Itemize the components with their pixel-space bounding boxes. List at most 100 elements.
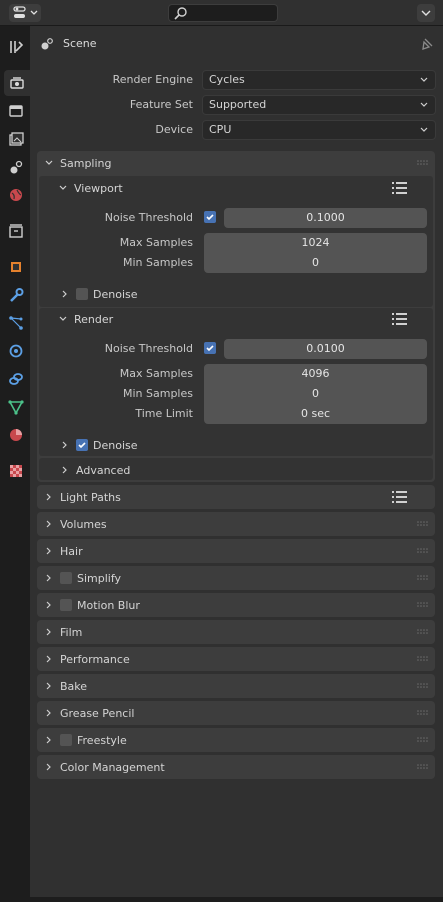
- time-limit-label: Time Limit: [135, 407, 193, 420]
- context-title: Scene: [63, 37, 97, 50]
- motion-blur-checkbox[interactable]: [60, 599, 72, 611]
- viewport-denoise-header[interactable]: Denoise: [60, 282, 138, 306]
- drag-handle-icon[interactable]: [417, 683, 429, 689]
- tab-particles[interactable]: [4, 310, 28, 336]
- chevron-right-icon: [62, 466, 67, 474]
- grease-pencil-header[interactable]: Grease Pencil: [44, 701, 134, 725]
- bake-header[interactable]: Bake: [44, 674, 87, 698]
- performance-header[interactable]: Performance: [44, 647, 130, 671]
- drag-handle-icon[interactable]: [417, 710, 429, 716]
- tab-tool[interactable]: [4, 34, 28, 60]
- bottom-border: [30, 897, 443, 902]
- tab-world[interactable]: [4, 182, 28, 208]
- hair-header[interactable]: Hair: [44, 539, 83, 563]
- render-max-samples-row: Max Samples 4096: [0, 364, 443, 384]
- checkmark-icon: [206, 345, 214, 352]
- min-samples-field[interactable]: 0: [204, 253, 427, 273]
- chevron-right-icon: [46, 493, 51, 501]
- drag-handle-icon[interactable]: [417, 737, 429, 743]
- simplify-header[interactable]: Simplify: [44, 566, 121, 590]
- drag-handle-icon[interactable]: [417, 602, 429, 608]
- time-limit-field[interactable]: 0 sec: [204, 404, 427, 424]
- render-denoise-label: Denoise: [93, 438, 138, 452]
- bake-panel: [37, 674, 435, 698]
- render-engine-value: Cycles: [209, 73, 245, 86]
- render-engine-dropdown[interactable]: Cycles: [202, 70, 436, 90]
- freestyle-checkbox[interactable]: [60, 734, 72, 746]
- simplify-checkbox[interactable]: [60, 572, 72, 584]
- drag-handle-icon[interactable]: [417, 764, 429, 770]
- color-management-title: Color Management: [60, 760, 165, 774]
- chevron-down-icon: [59, 185, 67, 190]
- world-icon: [10, 189, 22, 201]
- light-paths-title: Light Paths: [60, 490, 121, 504]
- presets-list-icon[interactable]: [392, 490, 408, 504]
- drag-handle-icon[interactable]: [417, 629, 429, 635]
- chevron-right-icon: [46, 628, 51, 636]
- film-header[interactable]: Film: [44, 620, 82, 644]
- chevron-down-icon: [45, 160, 53, 165]
- noise-threshold-checkbox[interactable]: [204, 342, 216, 354]
- viewport-max-samples-row: Max Samples 1024: [0, 233, 443, 253]
- drag-handle-icon[interactable]: [417, 548, 429, 554]
- advanced-header[interactable]: Advanced: [60, 458, 130, 482]
- noise-threshold-field[interactable]: 0.0100: [224, 339, 427, 359]
- volumes-header[interactable]: Volumes: [44, 512, 107, 536]
- noise-threshold-checkbox[interactable]: [204, 211, 216, 223]
- chevron-down-icon: [420, 102, 428, 107]
- sampling-header[interactable]: Sampling: [44, 151, 112, 175]
- search-input[interactable]: [168, 4, 278, 22]
- scene-icon: [41, 38, 53, 50]
- tab-texture[interactable]: [4, 458, 28, 484]
- max-samples-field[interactable]: 4096: [204, 364, 427, 384]
- viewport-denoise-checkbox[interactable]: [76, 288, 88, 300]
- presets-list-icon[interactable]: [392, 181, 408, 195]
- max-samples-field[interactable]: 1024: [204, 233, 427, 253]
- light-paths-header[interactable]: Light Paths: [44, 485, 121, 509]
- freestyle-title: Freestyle: [77, 733, 127, 747]
- properties-editor-icon: [13, 6, 38, 18]
- freestyle-header[interactable]: Freestyle: [44, 728, 127, 752]
- chevron-down-icon: [421, 10, 431, 16]
- motion-blur-header[interactable]: Motion Blur: [44, 593, 140, 617]
- sampling-title: Sampling: [60, 156, 112, 170]
- scene-icon: [10, 160, 23, 174]
- chevron-right-icon: [46, 682, 51, 690]
- color-management-header[interactable]: Color Management: [44, 755, 165, 779]
- bake-title: Bake: [60, 679, 88, 693]
- chevron-down-icon: [420, 77, 428, 82]
- drag-handle-icon[interactable]: [417, 521, 429, 527]
- min-samples-label: Min Samples: [123, 387, 193, 400]
- device-label: Device: [155, 123, 193, 136]
- editor-type-button[interactable]: [9, 4, 41, 22]
- viewport-noise-threshold-row: Noise Threshold 0.1000: [0, 208, 443, 228]
- checkmark-icon: [206, 214, 214, 221]
- chevron-right-icon: [46, 736, 51, 744]
- search-icon: [174, 7, 187, 20]
- noise-threshold-field[interactable]: 0.1000: [224, 208, 427, 228]
- drag-handle-icon[interactable]: [417, 656, 429, 662]
- device-value: CPU: [209, 123, 232, 136]
- tab-material[interactable]: [4, 422, 28, 448]
- chevron-right-icon: [46, 574, 51, 582]
- render-header[interactable]: Render: [58, 307, 113, 331]
- render-denoise-checkbox[interactable]: [76, 439, 88, 451]
- feature-set-dropdown[interactable]: Supported: [202, 95, 436, 115]
- volumes-title: Volumes: [60, 517, 107, 531]
- render-denoise-header[interactable]: Denoise: [60, 433, 138, 457]
- min-samples-label: Min Samples: [123, 256, 193, 269]
- options-dropdown-button[interactable]: [417, 4, 435, 22]
- tab-modifier[interactable]: [4, 282, 28, 308]
- pin-icon[interactable]: [420, 37, 434, 51]
- performance-title: Performance: [60, 652, 130, 666]
- chevron-right-icon: [62, 441, 67, 449]
- min-samples-field[interactable]: 0: [204, 384, 427, 404]
- tool-icon: [10, 41, 24, 53]
- drag-handle-icon[interactable]: [417, 575, 429, 581]
- modifier-icon: [10, 288, 24, 302]
- tab-scene[interactable]: [4, 154, 28, 180]
- drag-handle-icon[interactable]: [417, 160, 429, 166]
- viewport-header[interactable]: Viewport: [58, 176, 123, 200]
- presets-list-icon[interactable]: [392, 312, 408, 326]
- device-dropdown[interactable]: CPU: [202, 120, 436, 140]
